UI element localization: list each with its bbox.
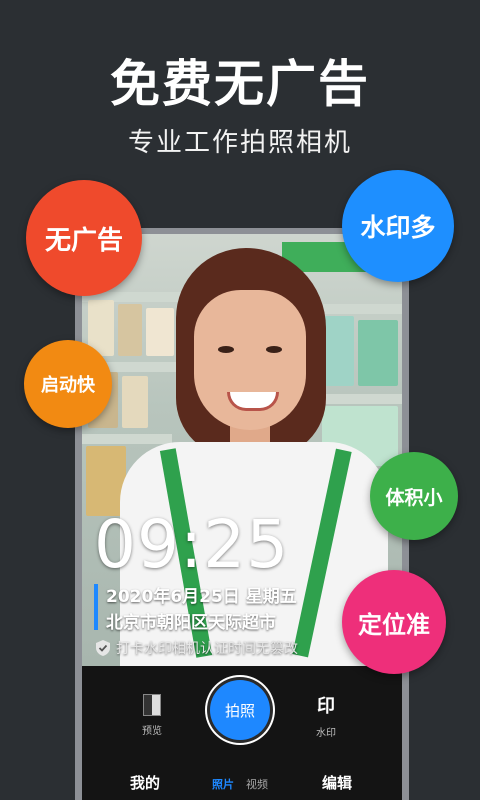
watermark-verify: 打卡水印相机认证时间无篡改: [96, 638, 298, 658]
product: [358, 320, 398, 386]
watermark-accent-bar: [94, 584, 98, 630]
watermark-button[interactable]: 印 水印: [316, 692, 336, 739]
headline: 免费无广告: [110, 55, 370, 113]
shelf: [82, 434, 172, 444]
person-eye: [218, 346, 234, 353]
preview-button[interactable]: 预览: [142, 694, 162, 737]
bubble-accurate-location: 定位准: [342, 570, 446, 674]
shield-check-icon: [96, 640, 110, 656]
tab-photo[interactable]: 照片: [212, 776, 234, 792]
tab-edit[interactable]: 编辑: [322, 772, 352, 793]
preview-thumbnail-icon: [143, 694, 161, 716]
subline: 专业工作拍照相机: [127, 128, 352, 158]
verify-text: 打卡水印相机认证时间无篡改: [116, 641, 298, 657]
product: [146, 308, 174, 356]
phone-mockup: 09:25 2020年6月25日 星期五 北京市朝阳区天际超市 打卡水印相机认证…: [75, 228, 409, 800]
product: [118, 304, 142, 356]
shelf: [312, 304, 402, 314]
bubble-many-watermarks: 水印多: [342, 170, 454, 282]
phone-screen: 09:25 2020年6月25日 星期五 北京市朝阳区天际超市 打卡水印相机认证…: [82, 234, 402, 800]
product: [122, 376, 148, 428]
bubble-small-size: 体积小: [370, 452, 458, 540]
shutter-label: 拍照: [224, 701, 255, 720]
watermark-address: 北京市朝阳区天际超市: [106, 613, 276, 633]
bubble-no-ads: 无广告: [26, 180, 142, 296]
watermark-time: 09:25: [94, 506, 290, 583]
person-eye: [266, 346, 282, 353]
watermark-date: 2020年6月25日 星期五: [106, 587, 297, 607]
watermark-glyph-icon: 印: [317, 696, 335, 717]
preview-label: 预览: [142, 726, 162, 737]
watermark-label: 水印: [316, 728, 336, 739]
tab-mine[interactable]: 我的: [130, 772, 160, 793]
camera-controls: 预览 拍照 印 水印 我的 照片 视频 编辑: [82, 666, 402, 800]
tab-video[interactable]: 视频: [246, 776, 268, 792]
shutter-button[interactable]: 拍照: [210, 680, 270, 740]
bubble-fast-start: 启动快: [24, 340, 112, 428]
